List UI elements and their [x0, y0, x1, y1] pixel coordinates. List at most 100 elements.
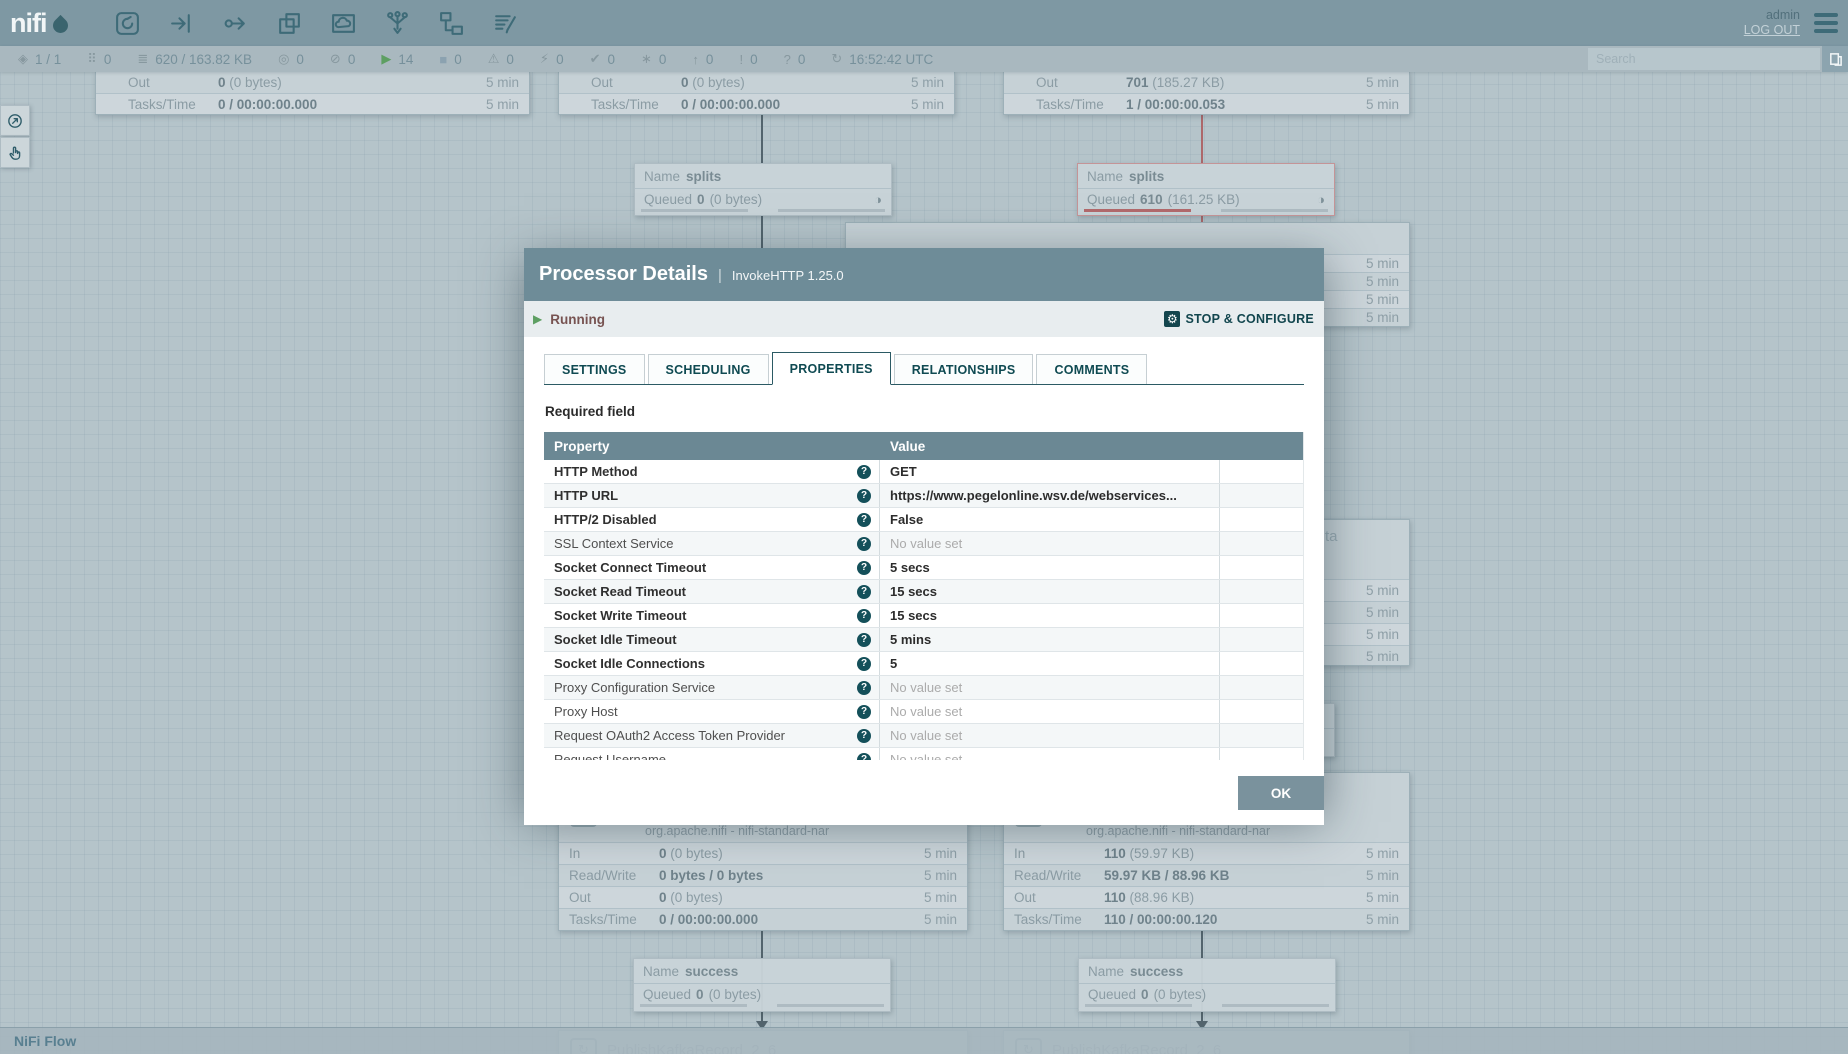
help-icon[interactable]: ? — [857, 537, 871, 551]
threads-icon: ⠿ — [87, 51, 97, 67]
queue-size-bar — [1221, 209, 1328, 212]
hand-pointer-icon — [5, 143, 25, 163]
help-icon[interactable]: ? — [857, 681, 871, 695]
stat-row-out: Out 0 (0 bytes) 5 min — [96, 72, 529, 93]
dialog-header: Processor Details | InvokeHTTP 1.25.0 — [524, 248, 1324, 301]
stale-icon: ↑ — [692, 52, 699, 67]
property-column-header: Property — [544, 439, 880, 454]
nifi-logo-text: nifi — [10, 0, 47, 46]
tab-properties[interactable]: PROPERTIES — [772, 352, 891, 385]
current-user: admin — [1744, 8, 1800, 23]
stat-row-out: Out 110 (88.96 KB) 5 min — [1004, 886, 1409, 908]
dialog-title: Processor Details — [539, 248, 708, 301]
nifi-logo: nifi — [10, 0, 68, 46]
help-icon[interactable]: ? — [857, 585, 871, 599]
properties-table-body[interactable]: HTTP Method? GET HTTP URL? https://www.p… — [544, 460, 1303, 760]
dialog-subtitle: InvokeHTTP 1.25.0 — [732, 268, 844, 283]
processor-tool-icon[interactable] — [114, 10, 141, 37]
connection-line[interactable] — [761, 112, 763, 163]
help-icon[interactable]: ? — [857, 609, 871, 623]
dialog-body: SETTINGS SCHEDULING PROPERTIES RELATIONS… — [524, 352, 1324, 825]
process-group-tool-icon[interactable] — [276, 10, 303, 37]
connection-label-splits-right[interactable]: Namesplits Queued 610 (161.25 KB) ◑ — [1077, 163, 1335, 216]
help-icon[interactable]: ? — [857, 465, 871, 479]
connection-label-success-right[interactable]: Namesuccess Queued 0 (0 bytes) — [1078, 958, 1336, 1012]
breadcrumb: NiFi Flow — [0, 1027, 1848, 1054]
breadcrumb-root[interactable]: NiFi Flow — [0, 1033, 76, 1049]
invalid-status: ⚠ 0 — [488, 51, 514, 67]
help-icon[interactable]: ? — [857, 729, 871, 743]
queued-status: ≣ 620 / 163.82 KB — [137, 51, 252, 67]
stat-row-in: In 110 (59.97 KB) 5 min — [1004, 842, 1409, 864]
output-port-tool-icon[interactable] — [222, 10, 249, 37]
title-separator: | — [718, 267, 722, 284]
refresh-icon[interactable]: ↻ — [831, 51, 842, 67]
label-tool-icon[interactable] — [492, 10, 519, 37]
search-settings-button[interactable] — [1822, 46, 1848, 72]
queue-size-bar — [778, 209, 885, 212]
connection-line[interactable] — [761, 216, 763, 248]
stat-row-out: Out 701 (185.27 KB) 5 min — [1004, 72, 1409, 93]
property-row: Request Username? No value set — [544, 748, 1303, 760]
help-icon[interactable]: ? — [857, 633, 871, 647]
help-icon[interactable]: ? — [857, 489, 871, 503]
queue-size-bar — [777, 1004, 884, 1007]
processor-stats-top-left[interactable]: Out 0 (0 bytes) 5 min Tasks/Time 0 / 00:… — [95, 71, 530, 115]
dialog-status-row: ▶ Running ⚙ STOP & CONFIGURE — [524, 301, 1324, 337]
not-transmitting-status: ⊘ 0 — [330, 51, 355, 67]
processor-stats-top-right[interactable]: Out 701 (185.27 KB) 5 min Tasks/Time 1 /… — [1003, 71, 1410, 115]
component-toolbar — [114, 10, 519, 37]
connection-label-success-left[interactable]: Namesuccess Queued 0 (0 bytes) — [633, 958, 891, 1012]
navigate-palette-button[interactable] — [0, 105, 30, 136]
not-transmitting-icon: ⊘ — [330, 51, 341, 67]
property-row: Request OAuth2 Access Token Provider? No… — [544, 724, 1303, 748]
tab-settings[interactable]: SETTINGS — [544, 354, 645, 384]
logout-link[interactable]: LOG OUT — [1744, 23, 1800, 38]
running-status: ▶ 14 — [381, 51, 413, 67]
up-to-date-status: ✔ 0 — [590, 51, 615, 67]
properties-table: Property Value HTTP Method? GET HTTP URL… — [544, 432, 1304, 760]
search-input[interactable] — [1588, 48, 1820, 70]
last-refreshed: ↻ 16:52:42 UTC — [831, 51, 933, 67]
processor-stats-top-middle[interactable]: Out 0 (0 bytes) 5 min Tasks/Time 0 / 00:… — [558, 71, 955, 115]
queue-count-bar — [641, 209, 748, 212]
stat-row-tasks: Tasks/Time 0 / 00:00:00.000 5 min — [559, 93, 954, 114]
queue-count-bar — [1084, 209, 1191, 212]
tab-scheduling[interactable]: SCHEDULING — [648, 354, 769, 384]
stale-status: ↑ 0 — [692, 52, 713, 67]
property-row: HTTP URL? https://www.pegelonline.wsv.de… — [544, 484, 1303, 508]
app-header: nifi — [0, 0, 1848, 46]
help-icon[interactable]: ? — [857, 561, 871, 575]
property-row: Socket Connect Timeout? 5 secs — [544, 556, 1303, 580]
help-icon[interactable]: ? — [857, 513, 871, 527]
help-icon[interactable]: ? — [857, 753, 871, 761]
active-threads-status: ⠿ 0 — [87, 51, 111, 67]
tab-relationships[interactable]: RELATIONSHIPS — [894, 354, 1034, 384]
tab-comments[interactable]: COMMENTS — [1036, 354, 1147, 384]
help-icon[interactable]: ? — [857, 705, 871, 719]
input-port-tool-icon[interactable] — [168, 10, 195, 37]
remote-process-group-tool-icon[interactable] — [330, 10, 357, 37]
stopped-status: ■ 0 — [439, 52, 461, 67]
locally-modified-icon: ∗ — [641, 51, 652, 67]
connection-line-backpressure[interactable] — [1201, 112, 1203, 163]
global-menu-icon[interactable] — [1814, 12, 1838, 34]
help-icon[interactable]: ? — [857, 657, 871, 671]
cluster-status: ◈ 1 / 1 — [18, 51, 61, 67]
load-balance-icon: ◑ — [874, 192, 882, 207]
stat-row-readwrite: Read/Write 59.97 KB / 88.96 KB 5 min — [1004, 864, 1409, 886]
sync-failure-status: ? 0 — [784, 52, 806, 67]
navigate-icon — [5, 111, 25, 131]
processor-details-dialog: Processor Details | InvokeHTTP 1.25.0 ▶ … — [524, 248, 1324, 810]
question-icon: ? — [784, 52, 791, 67]
alert-icon: ! — [739, 52, 743, 67]
ok-button[interactable]: OK — [1238, 776, 1324, 810]
stop-and-configure-button[interactable]: ⚙ STOP & CONFIGURE — [1164, 311, 1314, 327]
running-icon: ▶ — [381, 51, 391, 67]
connection-label-splits-middle[interactable]: Namesplits Queued 0 (0 bytes) ◑ — [634, 163, 892, 216]
template-tool-icon[interactable] — [438, 10, 465, 37]
operate-palette-button[interactable] — [0, 137, 30, 168]
funnel-tool-icon[interactable] — [384, 10, 411, 37]
transmitting-icon: ◎ — [278, 51, 289, 67]
up-to-date-icon: ✔ — [590, 51, 601, 67]
